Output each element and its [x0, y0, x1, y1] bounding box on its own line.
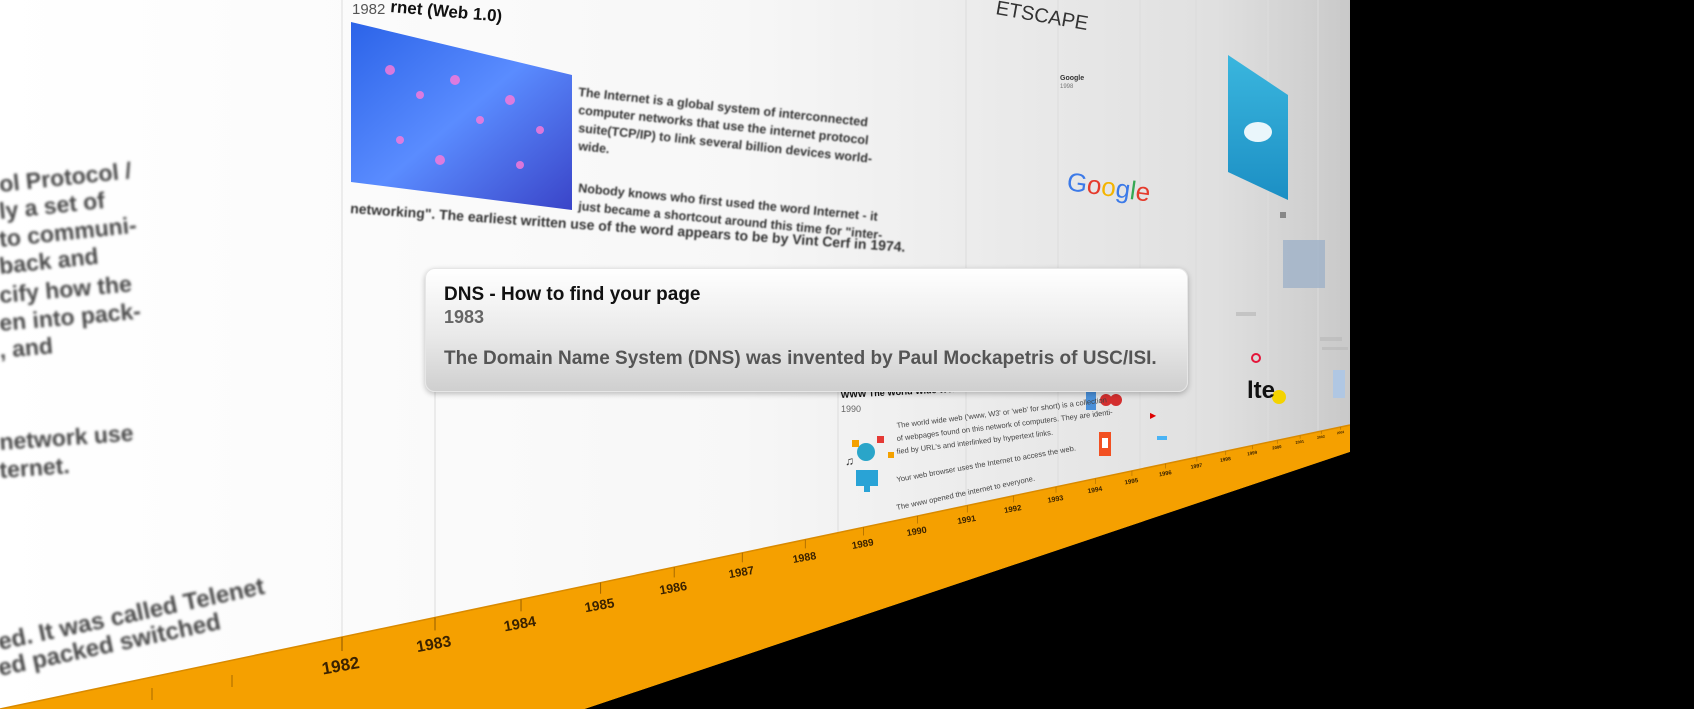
www-card-year: 1990	[841, 404, 861, 414]
lte-logo: lte	[1247, 377, 1275, 404]
google-card-year: 1998	[1060, 84, 1074, 90]
event-tooltip[interactable]: DNS - How to find your page 1983 The Dom…	[425, 268, 1188, 392]
internet-card-year: 1982	[352, 1, 385, 18]
gadgets-image	[1283, 240, 1325, 288]
music-icon: ♫	[845, 454, 854, 468]
tooltip-year: 1983	[444, 307, 485, 327]
tooltip-title: DNS - How to find your page	[444, 284, 701, 305]
left-panel-line: ternet.	[0, 452, 70, 483]
timeline-stage: ol Protocol / ly a set of to communi- ba…	[0, 0, 1694, 709]
youtube-icon: ▶	[1150, 411, 1157, 420]
tooltip-body: The Domain Name System (DNS) was invente…	[444, 348, 1157, 369]
left-panel-line: , and	[0, 332, 54, 363]
google-card-title: Google	[1060, 75, 1084, 82]
